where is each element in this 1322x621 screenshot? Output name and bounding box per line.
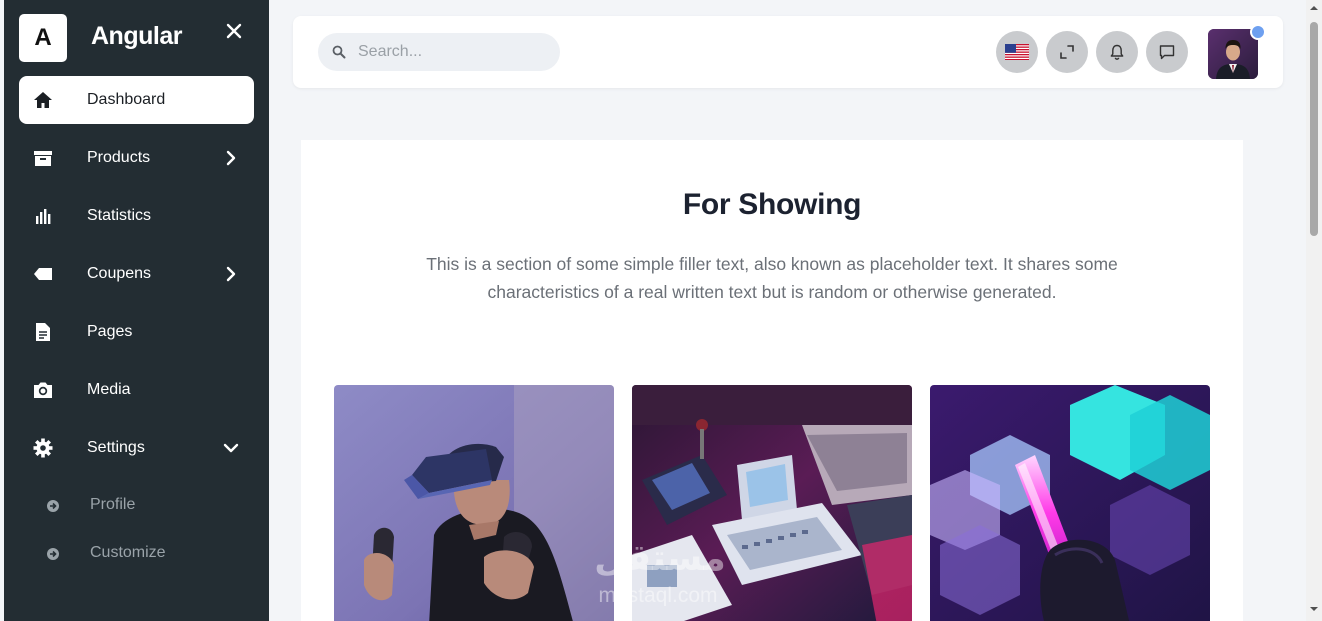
fullscreen-icon [1060, 45, 1074, 59]
retro-computers-photo [632, 385, 912, 621]
sidebar-nav: Dashboard Products Statistics Coupens Pa… [19, 76, 254, 578]
chevron-down-icon [223, 443, 239, 453]
vr-headset-photo [334, 385, 614, 621]
search-icon [332, 45, 346, 59]
messages-button[interactable] [1146, 31, 1188, 73]
sidebar-item-statistics[interactable]: Statistics [19, 192, 254, 240]
brand-logo[interactable]: A [19, 14, 67, 62]
scroll-up-icon[interactable] [1310, 4, 1318, 12]
vertical-scrollbar[interactable] [1306, 0, 1322, 621]
scrollbar-thumb[interactable] [1310, 22, 1318, 236]
sidebar-item-label: Statistics [87, 207, 152, 224]
tag-icon [34, 268, 52, 280]
sidebar-subitem-customize[interactable]: Customize [19, 530, 254, 578]
gallery-image-neon[interactable] [930, 385, 1210, 621]
archive-icon [34, 151, 52, 166]
search-input[interactable] [358, 33, 548, 71]
sidebar-item-label: Media [87, 381, 131, 398]
chevron-right-icon [226, 150, 236, 166]
arrow-circle-icon [47, 548, 59, 560]
section-description: This is a section of some simple filler … [426, 254, 1118, 302]
online-status-badge [1250, 24, 1266, 40]
close-icon[interactable] [225, 22, 243, 40]
gallery-image-vr[interactable] [334, 385, 614, 621]
brand-name[interactable]: Angular [91, 22, 182, 51]
search-box[interactable] [318, 33, 560, 71]
fullscreen-button[interactable] [1046, 31, 1088, 73]
bar-chart-icon [36, 209, 51, 224]
home-icon [34, 92, 52, 108]
sidebar-item-products[interactable]: Products [19, 134, 254, 182]
gear-icon [33, 438, 53, 458]
brand: A Angular [19, 14, 259, 62]
sidebar-item-coupens[interactable]: Coupens [19, 250, 254, 298]
sidebar-item-dashboard[interactable]: Dashboard [19, 76, 254, 124]
topbar [293, 16, 1283, 88]
bell-icon [1110, 44, 1124, 60]
neon-light-photo [930, 385, 1210, 621]
gallery-image-retro[interactable] [632, 385, 912, 621]
camera-icon [34, 382, 52, 398]
sidebar-item-settings[interactable]: Settings [19, 424, 254, 472]
chevron-right-icon [226, 266, 236, 282]
content-card: For Showing This is a section of some si… [301, 140, 1243, 621]
page-title: For Showing [682, 188, 862, 221]
sidebar-subitem-profile[interactable]: Profile [19, 482, 254, 530]
sidebar-subitem-label: Customize [90, 544, 166, 561]
sidebar-item-label: Pages [87, 323, 133, 340]
sidebar-item-pages[interactable]: Pages [19, 308, 254, 356]
notifications-button[interactable] [1096, 31, 1138, 73]
sidebar-item-label: Coupens [87, 265, 152, 282]
chat-icon [1159, 45, 1175, 60]
us-flag-icon [1005, 44, 1029, 60]
document-icon [36, 323, 50, 341]
language-button[interactable] [996, 31, 1038, 73]
arrow-circle-icon [47, 500, 59, 512]
sidebar-subitem-label: Profile [90, 496, 136, 513]
sidebar-item-media[interactable]: Media [19, 366, 254, 414]
sidebar-item-label: Products [87, 149, 151, 166]
sidebar: A Angular Dashboard Products Statistics … [4, 0, 269, 621]
scroll-down-icon[interactable] [1310, 605, 1318, 613]
sidebar-item-label: Settings [87, 439, 145, 456]
sidebar-item-label: Dashboard [87, 91, 166, 108]
